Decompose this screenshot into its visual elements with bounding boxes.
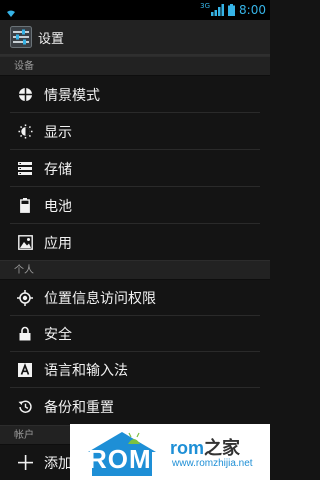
settings-item-language-input[interactable]: 语言和输入法 xyxy=(0,351,270,388)
add-icon xyxy=(17,455,33,471)
section-header-personal: 个人 xyxy=(0,260,270,280)
settings-item-backup-reset[interactable]: 备份和重置 xyxy=(0,388,270,425)
romzhijia-watermark: ROM ROM之家 www.romzhijia.net xyxy=(70,424,270,480)
settings-item-label: 位置信息访问权限 xyxy=(44,290,156,307)
storage-icon xyxy=(17,161,33,177)
watermark-url: www.romzhijia.net xyxy=(172,458,253,469)
settings-item-storage[interactable]: 存储 xyxy=(0,150,270,187)
signal-icon xyxy=(211,1,225,20)
status-clock: 8:00 xyxy=(239,3,266,17)
settings-item-label: 应用 xyxy=(44,235,72,252)
apps-icon xyxy=(17,235,33,251)
action-bar: 设置 xyxy=(0,20,270,56)
settings-item-label: 存储 xyxy=(44,161,72,178)
settings-item-location[interactable]: 位置信息访问权限 xyxy=(0,279,270,316)
settings-item-security[interactable]: 安全 xyxy=(0,315,270,352)
network-type-label: 3G xyxy=(200,2,211,10)
location-icon xyxy=(17,289,33,306)
settings-item-apps[interactable]: 应用 xyxy=(0,224,270,261)
status-bar: 3G 8:00 xyxy=(0,0,270,20)
settings-item-label: 安全 xyxy=(44,326,72,343)
watermark-brand-zhijia: 之家 xyxy=(204,438,241,458)
settings-item-label: 备份和重置 xyxy=(44,399,114,416)
battery-icon xyxy=(17,198,33,214)
settings-item-profiles[interactable]: 情景模式 xyxy=(0,76,270,113)
profile-icon xyxy=(17,87,33,103)
display-icon xyxy=(17,124,33,140)
settings-item-label: 显示 xyxy=(44,124,72,141)
section-header-device: 设备 xyxy=(0,56,270,76)
watermark-brand-rom: ROM xyxy=(170,438,205,458)
backup-icon xyxy=(17,399,33,415)
keyboard-icon xyxy=(17,362,33,378)
settings-item-label: 添加 xyxy=(44,455,72,472)
settings-item-label: 语言和输入法 xyxy=(44,362,128,379)
settings-item-battery[interactable]: 电池 xyxy=(0,187,270,224)
watermark-rom-text: ROM xyxy=(88,444,152,474)
battery-status-icon xyxy=(228,1,236,20)
settings-item-label: 电池 xyxy=(44,198,72,215)
page-title: 设置 xyxy=(38,31,65,47)
settings-item-label: 情景模式 xyxy=(44,87,100,104)
lock-icon xyxy=(17,326,33,342)
settings-app-icon[interactable] xyxy=(10,26,32,48)
watermark-brand: ROM之家 xyxy=(170,434,240,460)
settings-item-display[interactable]: 显示 xyxy=(0,113,270,150)
